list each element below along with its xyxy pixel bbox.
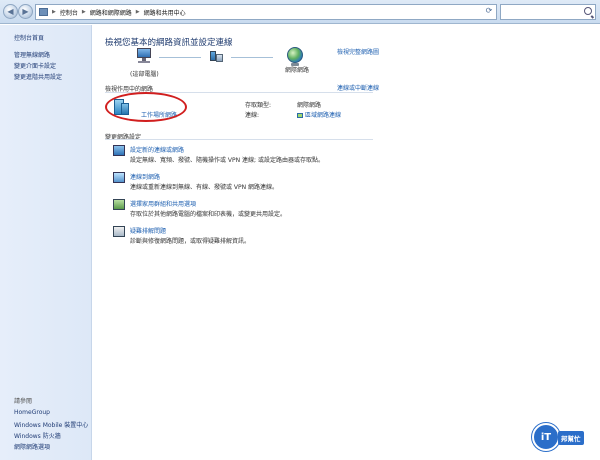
access-type-value: 網際網路 [297, 102, 322, 109]
computer-icon [135, 48, 155, 64]
main-content: 檢視您基本的網路資訊並設定連線 檢視完整網路圖 (這部電腦) 網際網路 檢視作用… [93, 25, 600, 460]
breadcrumb-item[interactable]: 網路和共用中心 [144, 8, 186, 17]
access-type-label: 存取類型: [245, 102, 272, 109]
watermark-text: 邦幫忙 [558, 431, 584, 445]
chevron-right-icon: ▶ [52, 9, 56, 15]
sidebar-item-internet-options[interactable]: 網際網路選項 [14, 442, 50, 451]
watermark-logo: iT [532, 423, 560, 451]
see-also-heading: 請參閱 [14, 398, 33, 405]
sidebar-item-firewall[interactable]: Windows 防火牆 [14, 431, 61, 440]
search-box[interactable] [500, 4, 596, 20]
search-icon[interactable] [584, 7, 592, 15]
globe-icon[interactable] [287, 47, 303, 63]
task-homegroup[interactable]: 選擇家用群組和共用選項 [130, 199, 196, 208]
back-button[interactable]: ◀ [3, 4, 18, 19]
task-new-connection[interactable]: 設定新的連線或網路 [130, 145, 184, 154]
forward-button[interactable]: ▶ [18, 4, 33, 19]
divider [105, 139, 373, 140]
sidebar-item-manage-wireless[interactable]: 管理無線網路 [14, 50, 50, 59]
connections-label: 連線: [245, 112, 260, 119]
task-new-connection-desc: 設定無線、寬頻、撥號、隨機操作或 VPN 連線; 或設定路由器或存取點。 [130, 157, 324, 164]
sidebar-item-advanced-sharing[interactable]: 變更進階共用設定 [14, 72, 62, 81]
chevron-right-icon: ▶ [81, 9, 86, 15]
sidebar-item-mobile-center[interactable]: Windows Mobile 裝置中心 [14, 420, 88, 429]
breadcrumb-item[interactable]: 控制台 [60, 8, 78, 17]
task-homegroup-desc: 存取位於其他網路電腦的檔案和印表機，或變更共用設定。 [130, 211, 287, 218]
search-input[interactable] [501, 5, 581, 19]
sidebar-item-homegroup[interactable]: HomeGroup [14, 409, 50, 416]
homegroup-icon [113, 199, 125, 210]
breadcrumb[interactable]: ▶ 控制台 ▶ 網路和網際網路 ▶ 網路和共用中心 [35, 4, 497, 20]
connect-network-icon [113, 172, 125, 183]
control-panel-icon [39, 8, 48, 16]
address-bar: ◀ ▶ ▶ 控制台 ▶ 網路和網際網路 ▶ 網路和共用中心 ⟳ [0, 0, 600, 24]
connection-line [159, 57, 201, 58]
task-troubleshoot-desc: 診斷與修復網路問題，或取得疑難排解資訊。 [130, 238, 251, 245]
lan-icon [297, 113, 303, 118]
highlight-ellipse [105, 92, 187, 122]
this-computer-label: (這部電腦) [130, 71, 159, 78]
troubleshoot-icon [113, 226, 125, 237]
task-connect-network-desc: 連線或重新連線到無線、有線、撥號或 VPN 網路連線。 [130, 184, 279, 191]
internet-label: 網際網路 [285, 67, 310, 74]
chevron-right-icon: ▶ [135, 9, 140, 15]
network-hub-icon [210, 51, 224, 63]
connections-value[interactable]: 區域網路連線 [297, 110, 341, 119]
sidebar-item-adapter-settings[interactable]: 變更介面卡設定 [14, 61, 56, 70]
sidebar-item-control-panel-home[interactable]: 控制台首頁 [14, 33, 44, 42]
task-connect-network[interactable]: 連線到網路 [130, 172, 160, 181]
connection-line [231, 57, 273, 58]
task-troubleshoot[interactable]: 疑難排解問題 [130, 226, 166, 235]
refresh-icon[interactable]: ⟳ [483, 5, 495, 17]
new-connection-icon [113, 145, 125, 156]
page-title: 檢視您基本的網路資訊並設定連線 [105, 38, 233, 48]
lan-connection-link[interactable]: 區域網路連線 [305, 112, 341, 119]
sidebar: 控制台首頁 管理無線網路 變更介面卡設定 變更進階共用設定 請參閱 HomeGr… [0, 25, 92, 460]
site-watermark: iT 邦幫忙 [532, 417, 594, 453]
breadcrumb-item[interactable]: 網路和網際網路 [90, 8, 132, 17]
connect-disconnect-link[interactable]: 連線或中斷連線 [337, 83, 379, 92]
view-full-map-link[interactable]: 檢視完整網路圖 [337, 47, 379, 56]
